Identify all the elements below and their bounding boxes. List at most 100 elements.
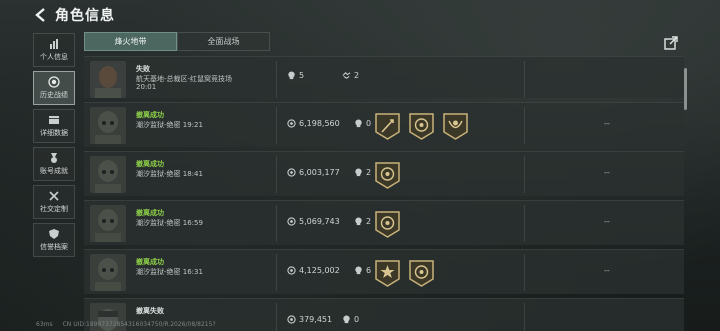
match-result: 撤离失败	[136, 307, 164, 315]
target-badge-icon[interactable]	[408, 259, 435, 288]
match-stat2-text: 2	[366, 217, 372, 226]
tab-fenghuo[interactable]: 烽火地带	[84, 32, 177, 51]
match-result: 撤离成功	[136, 111, 164, 119]
match-stat2: 0	[354, 119, 371, 128]
divider	[276, 205, 277, 242]
sidebar-item-personal-info[interactable]: 个人信息	[33, 33, 75, 67]
match-extra: --	[604, 168, 610, 177]
sword-badge-icon[interactable]	[374, 112, 401, 141]
crossed-tools-icon	[49, 191, 59, 201]
sidebar-item-social[interactable]: 社交定制	[33, 185, 75, 219]
match-result: 撤离成功	[136, 160, 164, 168]
avatar	[90, 107, 126, 144]
back-button[interactable]	[30, 6, 52, 24]
match-stat2: 0	[342, 315, 359, 324]
sidebar-item-history[interactable]: 历史战绩	[33, 71, 75, 105]
divider	[276, 107, 277, 144]
match-row[interactable]: 撤离成功 潮汐监狱-绝密 16:59 5,069,743 2 --	[84, 200, 684, 245]
match-time: 20:01	[136, 83, 157, 91]
target-badge-icon[interactable]	[408, 112, 435, 141]
match-extra: --	[604, 217, 610, 226]
match-row[interactable]: 失败 航天基地-总裁区-红鼠窝竞技场 20:01 5 2	[84, 56, 684, 98]
money-icon	[287, 168, 296, 177]
avatar	[90, 61, 126, 98]
match-value-text: 6,003,177	[299, 168, 340, 177]
skull-icon	[355, 266, 362, 275]
match-value-text: 5,069,743	[299, 217, 340, 226]
handshake-icon	[342, 72, 351, 79]
footer: 63ms CN UID:18997372854316034750/R.2026/…	[36, 321, 216, 328]
uid-text: CN UID:18997372854316034750/R.2026/08/82…	[62, 321, 216, 328]
wreath-badge-icon[interactable]	[442, 112, 469, 141]
sidebar-item-label: 详细数据	[40, 129, 68, 137]
medal-icon	[51, 153, 57, 163]
match-result: 撤离成功	[136, 258, 164, 266]
divider	[524, 254, 525, 291]
match-value: 5,069,743	[287, 217, 340, 226]
sidebar-item-label: 账号成就	[40, 167, 68, 175]
match-value-text: 5	[299, 71, 305, 80]
match-map: 潮汐监狱-绝密 16:31	[136, 268, 203, 276]
divider	[276, 254, 277, 291]
badge-list	[374, 112, 476, 141]
match-value-text: 379,451	[299, 315, 333, 324]
match-value: 6,003,177	[287, 168, 340, 177]
match-stat2: 2	[342, 71, 359, 80]
match-stat2-text: 2	[354, 71, 360, 80]
shield-icon	[49, 229, 59, 239]
match-stat2-text: 6	[366, 266, 372, 275]
folder-icon	[49, 116, 59, 124]
target-badge-icon[interactable]	[374, 161, 401, 190]
avatar	[90, 156, 126, 193]
match-map: 潮汐监狱-绝密 16:59	[136, 219, 203, 227]
skull-icon	[355, 119, 362, 128]
match-extra: --	[604, 266, 610, 275]
history-icon	[48, 76, 60, 88]
match-value: 4,125,002	[287, 266, 340, 275]
sidebar-item-label: 信誉档案	[40, 243, 68, 251]
divider	[276, 303, 277, 331]
match-value: 6,198,560	[287, 119, 340, 128]
sidebar-item-achievements[interactable]: 账号成就	[33, 147, 75, 181]
bar-chart-icon	[50, 39, 58, 49]
match-stat2-text: 0	[366, 119, 372, 128]
match-stat2: 6	[354, 266, 371, 275]
mode-tabs: 烽火地带 全面战场	[84, 32, 270, 51]
divider	[524, 156, 525, 193]
share-button[interactable]	[663, 35, 679, 51]
target-badge-icon[interactable]	[374, 210, 401, 239]
money-icon	[287, 315, 296, 324]
match-result: 撤离成功	[136, 209, 164, 217]
badge-list	[374, 210, 408, 239]
divider	[276, 156, 277, 193]
match-row[interactable]: 撤离成功 潮汐监狱-绝密 19:21 6,198,560 0 --	[84, 102, 684, 147]
match-map: 潮汐监狱-绝密 19:21	[136, 121, 203, 129]
badge-list	[374, 259, 442, 288]
match-value-text: 6,198,560	[299, 119, 340, 128]
match-map: 潮汐监狱-绝密 18:41	[136, 170, 203, 178]
divider	[524, 205, 525, 242]
match-row[interactable]: 撤离成功 潮汐监狱-绝密 16:31 4,125,002 6 --	[84, 249, 684, 294]
back-arrow-icon	[35, 8, 45, 22]
badge-list	[374, 161, 408, 190]
skull-icon	[343, 315, 350, 324]
sidebar-item-credit[interactable]: 信誉档案	[33, 223, 75, 257]
avatar	[90, 254, 126, 291]
tab-full-battlefield[interactable]: 全面战场	[177, 32, 270, 51]
money-icon	[287, 217, 296, 226]
match-history-list: 失败 航天基地-总裁区-红鼠窝竞技场 20:01 5 2 撤离成功 潮汐监狱-绝…	[84, 56, 684, 331]
money-icon	[287, 119, 296, 128]
match-row[interactable]: 撤离成功 潮汐监狱-绝密 18:41 6,003,177 2 --	[84, 151, 684, 196]
money-icon	[287, 266, 296, 275]
share-icon	[664, 36, 678, 50]
divider	[276, 61, 277, 98]
sidebar-item-detailed-data[interactable]: 详细数据	[33, 109, 75, 143]
sidebar-item-label: 历史战绩	[40, 91, 68, 99]
page-title: 角色信息	[55, 8, 115, 24]
ping-text: 63ms	[36, 321, 53, 328]
avatar	[90, 205, 126, 242]
scrollbar[interactable]	[684, 68, 687, 110]
match-stat2-text: 2	[366, 168, 372, 177]
match-value: 379,451	[287, 315, 332, 324]
star-badge-icon[interactable]	[374, 259, 401, 288]
